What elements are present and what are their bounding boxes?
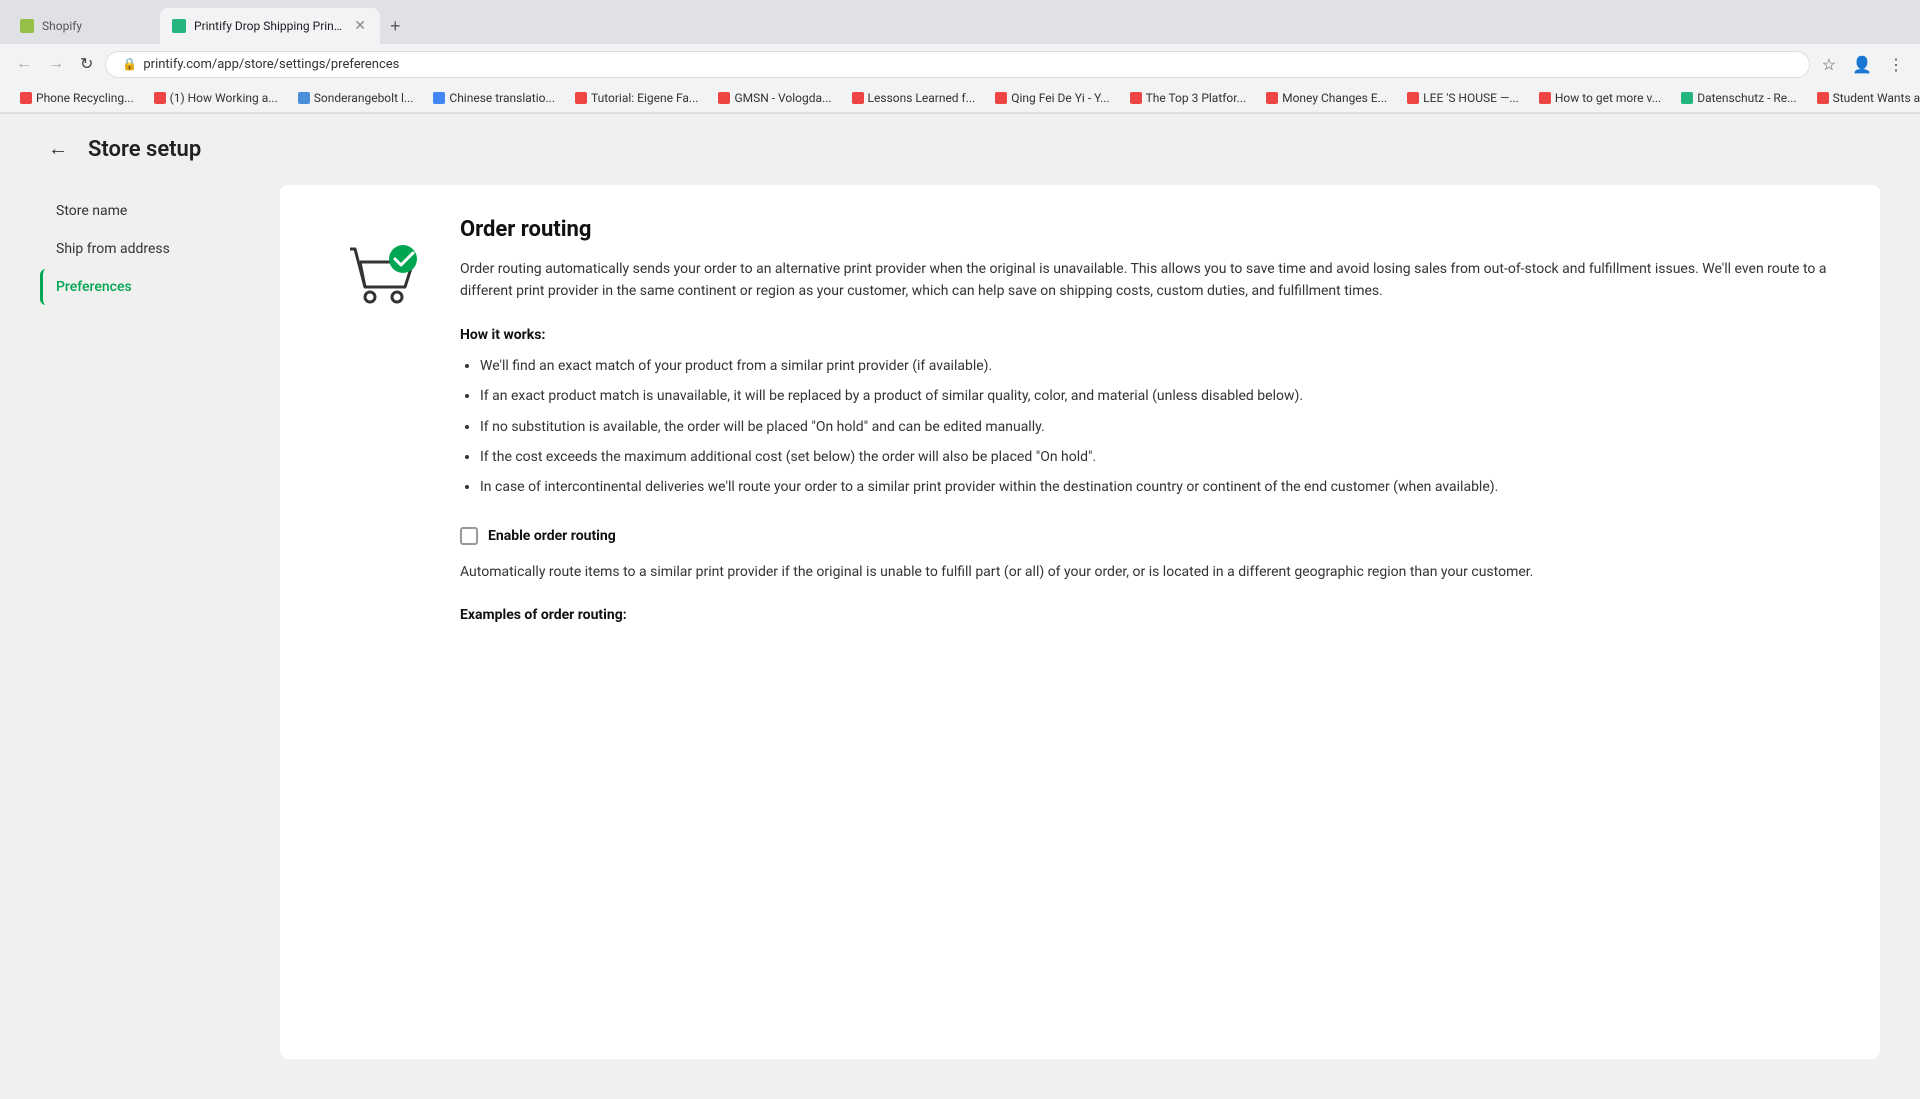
address-text: printify.com/app/store/settings/preferen…: [143, 57, 1792, 72]
printify-favicon: [172, 19, 186, 33]
bookmark-label-0: Phone Recycling...: [36, 91, 134, 105]
page-wrapper: ← Store setup Store name Ship from addre…: [0, 114, 1920, 1099]
enable-order-routing-row: Enable order routing: [460, 527, 1840, 545]
order-routing-icon: [335, 237, 425, 317]
bookmark-favicon-0: [20, 92, 32, 104]
bookmark-label-9: Money Changes E...: [1282, 91, 1387, 105]
bookmark-favicon-6: [852, 92, 864, 104]
tab-shopify-label: Shopify: [42, 19, 146, 33]
page-header: ← Store setup: [0, 114, 1920, 185]
bookmark-favicon-7: [995, 92, 1007, 104]
bookmark-favicon-11: [1539, 92, 1551, 104]
intro-text: Order routing automatically sends your o…: [460, 258, 1840, 303]
bookmark-favicon-12: [1681, 92, 1693, 104]
bullet-item-3: If the cost exceeds the maximum addition…: [480, 446, 1840, 468]
sidebar-label-ship-from: Ship from address: [56, 241, 170, 257]
bookmark-0[interactable]: Phone Recycling...: [12, 88, 142, 108]
bookmark-11[interactable]: How to get more v...: [1531, 88, 1669, 108]
forward-nav-button[interactable]: →: [44, 51, 68, 77]
user-profile-icon[interactable]: 👤: [1848, 51, 1876, 78]
top-content: Order routing Order routing automaticall…: [320, 217, 1840, 623]
address-bar-row: ← → ↻ 🔒 printify.com/app/store/settings/…: [0, 44, 1920, 84]
bookmark-favicon-13: [1817, 92, 1829, 104]
bookmark-favicon-3: [433, 92, 445, 104]
bookmark-label-4: Tutorial: Eigene Fa...: [591, 91, 698, 105]
bullet-item-1: If an exact product match is unavailable…: [480, 385, 1840, 407]
bookmark-favicon-8: [1130, 92, 1142, 104]
main-text-content: Order routing Order routing automaticall…: [460, 217, 1840, 623]
auto-route-description: Automatically route items to a similar p…: [460, 561, 1840, 583]
bookmark-2[interactable]: Sonderangebolt l...: [290, 88, 422, 108]
bullet-list: We'll find an exact match of your produc…: [460, 355, 1840, 499]
toolbar-icons: ☆ 👤 ⋮: [1818, 51, 1908, 78]
bookmark-favicon-1: [154, 92, 166, 104]
bookmark-label-3: Chinese translatio...: [449, 91, 555, 105]
tab-close-icon[interactable]: ✕: [352, 16, 368, 36]
bookmark-12[interactable]: Datenschutz - Re...: [1673, 88, 1804, 108]
how-it-works-title: How it works:: [460, 327, 1840, 343]
bookmark-label-1: (1) How Working a...: [170, 91, 278, 105]
sidebar-item-store-name[interactable]: Store name: [40, 193, 280, 229]
bookmark-label-12: Datenschutz - Re...: [1697, 91, 1796, 105]
cart-icon-area: [320, 217, 440, 623]
shopify-favicon: [20, 19, 34, 33]
page-title: Store setup: [88, 137, 201, 162]
examples-title: Examples of order routing:: [460, 607, 1840, 623]
sidebar: Store name Ship from address Preferences: [40, 185, 280, 1059]
refresh-nav-button[interactable]: ↻: [76, 50, 97, 78]
tab-shopify[interactable]: Shopify: [8, 11, 158, 41]
enable-order-routing-checkbox[interactable]: [460, 527, 478, 545]
bookmark-3[interactable]: Chinese translatio...: [425, 88, 563, 108]
bookmarks-bar: Phone Recycling... (1) How Working a... …: [0, 84, 1920, 113]
sidebar-label-preferences: Preferences: [56, 279, 132, 295]
bookmark-7[interactable]: Qing Fei De Yi - Y...: [987, 88, 1117, 108]
bookmark-label-13: Student Wants an...: [1833, 91, 1920, 105]
back-button[interactable]: ←: [40, 134, 76, 165]
bullet-item-2: If no substitution is available, the ord…: [480, 416, 1840, 438]
bookmark-10[interactable]: LEE 'S HOUSE —...: [1399, 88, 1527, 108]
back-nav-button[interactable]: ←: [12, 51, 36, 77]
bookmark-label-2: Sonderangebolt l...: [314, 91, 414, 105]
browser-chrome: Shopify Printify Drop Shipping Print o… …: [0, 0, 1920, 114]
main-layout: Store name Ship from address Preferences: [0, 185, 1920, 1099]
bookmark-favicon-9: [1266, 92, 1278, 104]
address-bar[interactable]: 🔒 printify.com/app/store/settings/prefer…: [105, 51, 1809, 78]
bookmark-favicon-5: [718, 92, 730, 104]
lock-icon: 🔒: [122, 57, 137, 71]
bookmark-4[interactable]: Tutorial: Eigene Fa...: [567, 88, 706, 108]
section-title: Order routing: [460, 217, 1840, 242]
content-area: Order routing Order routing automaticall…: [280, 185, 1880, 1059]
bookmark-label-8: The Top 3 Platfor...: [1146, 91, 1247, 105]
sidebar-item-preferences[interactable]: Preferences: [40, 269, 280, 305]
bookmark-favicon-10: [1407, 92, 1419, 104]
bookmark-label-7: Qing Fei De Yi - Y...: [1011, 91, 1109, 105]
bookmark-13[interactable]: Student Wants an...: [1809, 88, 1920, 108]
sidebar-label-store-name: Store name: [56, 203, 127, 219]
tab-printify-label: Printify Drop Shipping Print o…: [194, 19, 344, 33]
new-tab-button[interactable]: +: [382, 12, 409, 41]
bullet-item-0: We'll find an exact match of your produc…: [480, 355, 1840, 377]
tab-printify[interactable]: Printify Drop Shipping Print o… ✕: [160, 8, 380, 44]
bookmark-label-6: Lessons Learned f...: [868, 91, 976, 105]
bullet-item-4: In case of intercontinental deliveries w…: [480, 476, 1840, 498]
bookmark-favicon-2: [298, 92, 310, 104]
bookmark-6[interactable]: Lessons Learned f...: [844, 88, 984, 108]
menu-icon[interactable]: ⋮: [1884, 51, 1908, 78]
enable-order-routing-label: Enable order routing: [488, 528, 616, 544]
bookmark-favicon-4: [575, 92, 587, 104]
bookmark-5[interactable]: GMSN - Vologda...: [710, 88, 839, 108]
bookmark-label-10: LEE 'S HOUSE —...: [1423, 91, 1519, 105]
sidebar-item-ship-from[interactable]: Ship from address: [40, 231, 280, 267]
bookmark-label-11: How to get more v...: [1555, 91, 1661, 105]
bookmark-1[interactable]: (1) How Working a...: [146, 88, 286, 108]
bookmark-star-icon[interactable]: ☆: [1818, 51, 1840, 78]
bookmark-9[interactable]: Money Changes E...: [1258, 88, 1395, 108]
tab-bar: Shopify Printify Drop Shipping Print o… …: [0, 0, 1920, 44]
bookmark-8[interactable]: The Top 3 Platfor...: [1122, 88, 1255, 108]
bookmark-label-5: GMSN - Vologda...: [734, 91, 831, 105]
